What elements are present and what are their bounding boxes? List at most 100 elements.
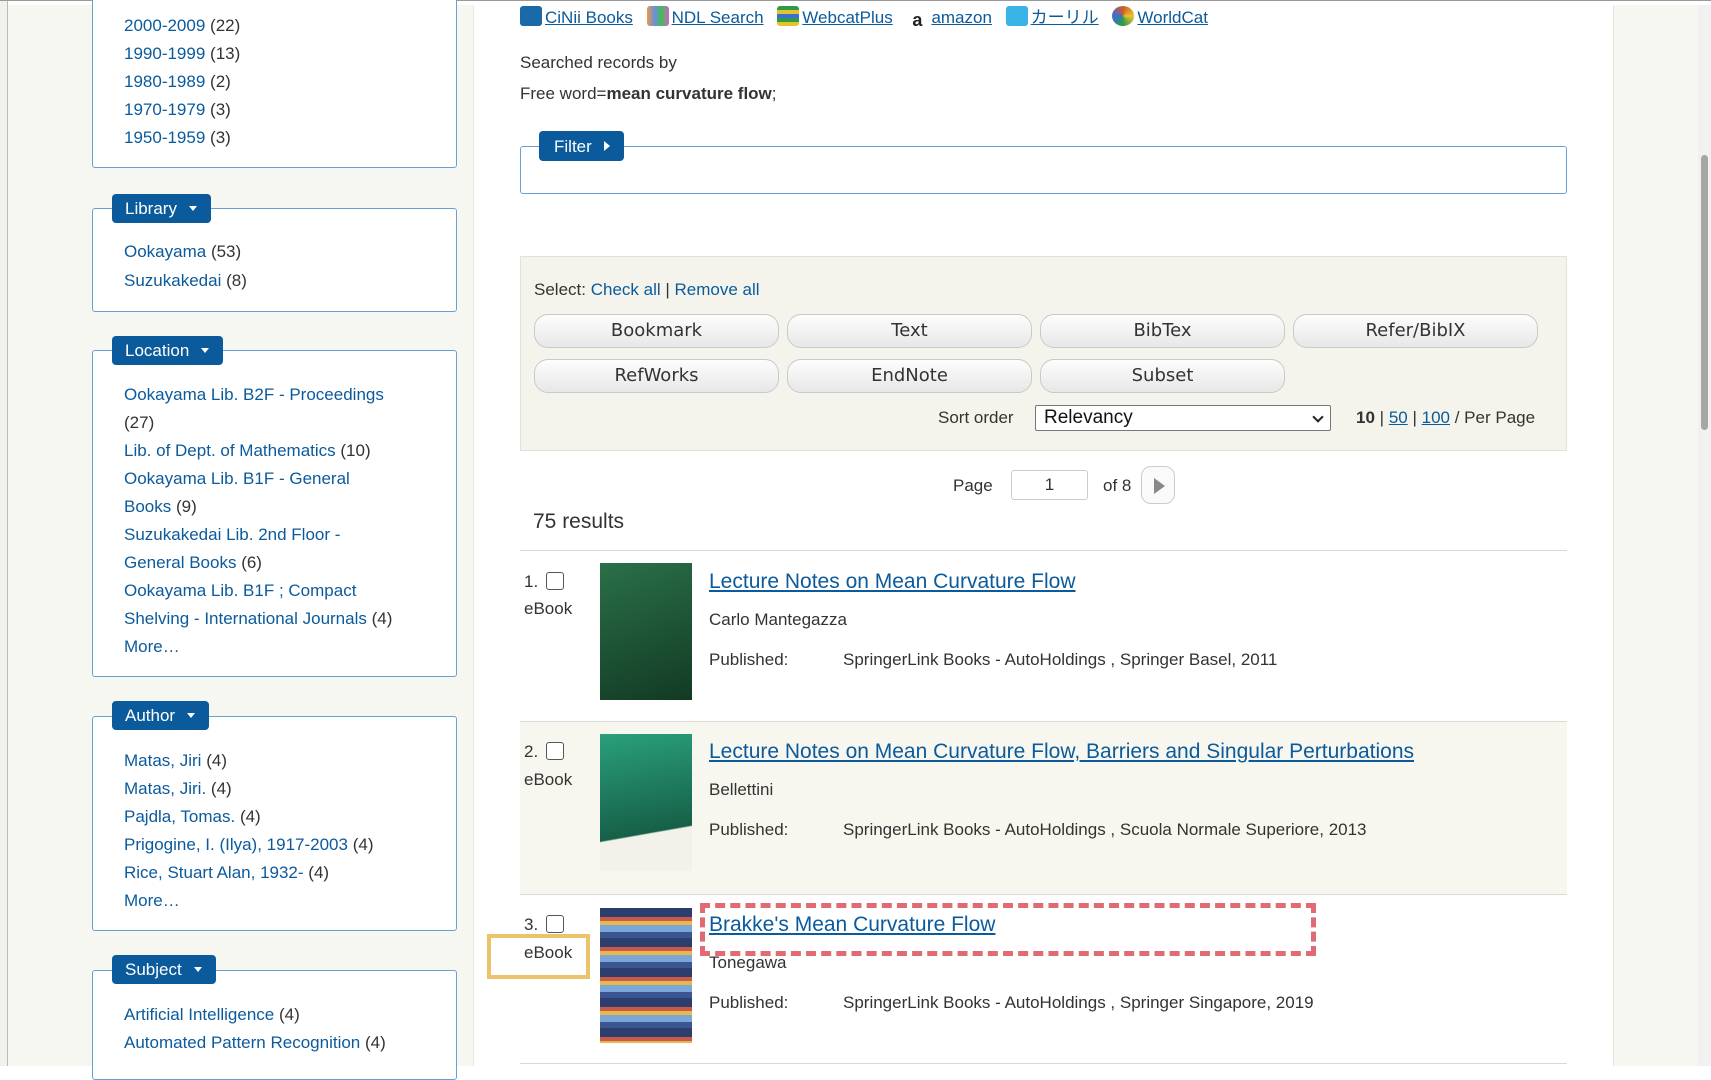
per-page-100[interactable]: 100 (1422, 408, 1450, 427)
amazon-icon: a (906, 11, 929, 31)
play-right-icon (1154, 478, 1165, 494)
window-left-edge (0, 0, 8, 1066)
result-checkbox[interactable] (546, 572, 564, 590)
facet-location-toggle[interactable]: Location (112, 336, 224, 365)
cinii-icon (520, 6, 542, 26)
result-checkbox[interactable] (546, 915, 564, 933)
next-page-button[interactable] (1141, 466, 1175, 504)
result-checkbox[interactable] (546, 742, 564, 760)
highlight-solid-box (487, 934, 590, 979)
facet-item-author[interactable]: Rice, Stuart Alan, 1932- (4) (124, 859, 329, 887)
facet-author-toggle[interactable]: Author (112, 701, 210, 730)
facet-more-author[interactable]: More… (124, 887, 180, 915)
result-author: Tonegawa (709, 953, 787, 972)
book-cover-image[interactable] (600, 908, 692, 1043)
facet-item-library[interactable]: Ookayama (53) (124, 238, 241, 266)
facet-item-subject[interactable]: Artificial Intelligence (4) (124, 1001, 300, 1029)
result-number: 1. (524, 572, 539, 591)
facet-item-subject[interactable]: Automated Pattern Recognition (4) (124, 1029, 386, 1057)
caret-down-icon (187, 713, 196, 718)
bibtex-export-button[interactable]: BibTex (1040, 314, 1285, 348)
facet-item-location[interactable]: General Books (6) (124, 549, 262, 577)
facet-item-library[interactable]: Suzukakedai (8) (124, 267, 247, 295)
facet-item-location[interactable]: Books (9) (124, 493, 197, 521)
endnote-export-button[interactable]: EndNote (787, 359, 1032, 393)
published-value: SpringerLink Books - AutoHoldings , Spri… (843, 993, 1314, 1012)
result-title-link[interactable]: Lecture Notes on Mean Curvature Flow, Ba… (709, 740, 1414, 764)
search-query: Free word=mean curvature flow; (520, 84, 777, 103)
results-count: 75 results (533, 510, 625, 533)
published-value: SpringerLink Books - AutoHoldings , Spri… (843, 650, 1278, 669)
result-number: 3. (524, 915, 539, 934)
facet-item-location[interactable]: Ookayama Lib. B1F ; Compact (124, 577, 356, 605)
filter-panel (520, 146, 1567, 194)
facet-item-location[interactable]: Shelving - International Journals (4) (124, 605, 392, 633)
published-label: Published: (709, 820, 789, 839)
facet-item-location[interactable]: (27) (124, 409, 154, 437)
filter-toggle[interactable]: Filter (539, 131, 624, 161)
page-total: of 8 (1103, 476, 1132, 495)
scrollbar-thumb[interactable] (1701, 155, 1708, 430)
result-title-link[interactable]: Lecture Notes on Mean Curvature Flow (709, 570, 1076, 594)
remove-all-link[interactable]: Remove all (675, 280, 760, 299)
text-export-button[interactable]: Text (787, 314, 1032, 348)
facet-item-author[interactable]: Matas, Jiri. (4) (124, 775, 232, 803)
refworks-export-button[interactable]: RefWorks (534, 359, 779, 393)
result-type: eBook (524, 770, 573, 789)
right-margin (1613, 5, 1698, 1066)
per-page-options: 10 | 50 | 100 / Per Page (1356, 408, 1536, 427)
caret-down-icon (193, 967, 202, 972)
result-author: Carlo Mantegazza (709, 610, 847, 629)
facet-item-location[interactable]: Ookayama Lib. B1F - General (124, 465, 350, 493)
facet-more-location[interactable]: More… (124, 633, 180, 661)
worldcat-icon (1112, 6, 1135, 26)
facet-item-year[interactable]: 1950-1959 (3) (124, 124, 231, 152)
facet-subject-toggle[interactable]: Subject (112, 955, 216, 984)
per-page-50[interactable]: 50 (1389, 408, 1408, 427)
refer-bibix-export-button[interactable]: Refer/BibIX (1293, 314, 1538, 348)
search-info-label: Searched records by (520, 53, 677, 72)
facet-item-year[interactable]: 2000-2009 (22) (124, 12, 240, 40)
page-number-input[interactable]: 1 (1011, 470, 1088, 500)
page-label: Page (953, 476, 993, 495)
facet-item-author[interactable]: Matas, Jiri (4) (124, 747, 227, 775)
facet-item-year[interactable]: 1970-1979 (3) (124, 96, 231, 124)
facet-item-location[interactable]: Lib. of Dept. of Mathematics (10) (124, 437, 371, 465)
link-ndl[interactable]: NDL Search (672, 8, 764, 27)
facet-item-location[interactable]: Ookayama Lib. B2F - Proceedings (124, 381, 384, 409)
caret-down-icon (201, 348, 210, 353)
chevron-down-icon (1312, 411, 1324, 423)
facet-item-location[interactable]: Suzukakedai Lib. 2nd Floor - (124, 521, 340, 549)
facet-item-year[interactable]: 1980-1989 (2) (124, 68, 231, 96)
link-calil[interactable]: カーリル (1031, 8, 1099, 27)
link-webcatplus[interactable]: WebcatPlus (802, 8, 892, 27)
published-label: Published: (709, 650, 789, 669)
ndl-icon (646, 6, 669, 26)
bookmark-button[interactable]: Bookmark (534, 314, 779, 348)
divider (520, 894, 1567, 895)
link-cinii[interactable]: CiNii Books (545, 8, 633, 27)
book-cover-image[interactable] (600, 563, 692, 700)
calil-icon (1005, 6, 1028, 26)
sort-order-select[interactable]: Relevancy (1035, 405, 1331, 431)
check-all-link[interactable]: Check all (591, 280, 661, 299)
caret-right-icon (603, 141, 610, 151)
book-cover-image[interactable] (600, 734, 692, 871)
link-amazon[interactable]: amazon (931, 8, 991, 27)
facet-item-author[interactable]: Pajdla, Tomas. (4) (124, 803, 261, 831)
published-value: SpringerLink Books - AutoHoldings , Scuo… (843, 820, 1367, 839)
link-worldcat[interactable]: WorldCat (1137, 8, 1208, 27)
facet-library-toggle[interactable]: Library (112, 194, 211, 223)
facet-item-author[interactable]: Prigogine, I. (Ilya), 1917-2003 (4) (124, 831, 373, 859)
result-type: eBook (524, 599, 573, 618)
webcat-icon (777, 6, 800, 26)
published-label: Published: (709, 993, 789, 1012)
divider (520, 1063, 1567, 1064)
caret-down-icon (188, 206, 197, 211)
select-row: Select: Check all | Remove all (534, 280, 760, 299)
subset-button[interactable]: Subset (1040, 359, 1285, 393)
result-number: 2. (524, 742, 539, 761)
external-links-bar: CiNii Books NDL Search WebcatPlus a amazo… (520, 3, 1217, 31)
sort-order-label: Sort order (938, 408, 1014, 427)
facet-item-year[interactable]: 1990-1999 (13) (124, 40, 240, 68)
